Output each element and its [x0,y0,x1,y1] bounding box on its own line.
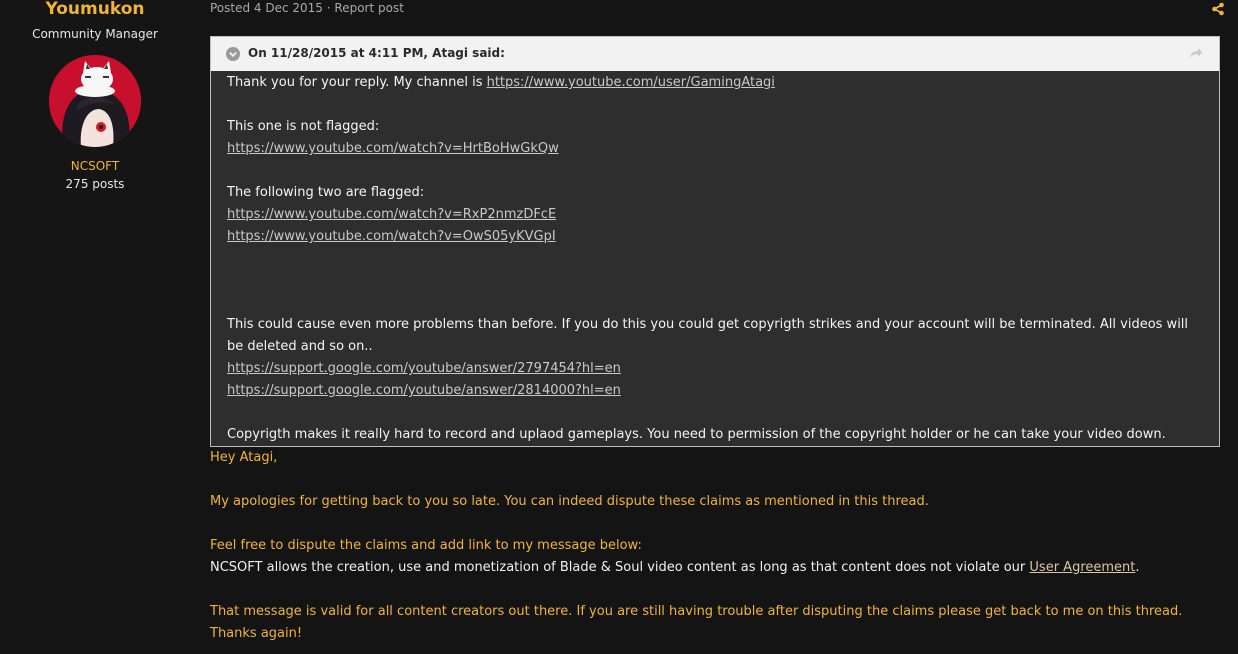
quote-channel-text: Thank you for your reply. My channel is [227,75,487,90]
problems-paragraph: This could cause even more problems than… [227,317,1189,354]
support-link-2[interactable]: https://support.google.com/youtube/answe… [227,383,621,398]
reply-valid-message: That message is valid for all content cr… [210,604,1183,641]
chevron-down-icon[interactable] [226,47,240,61]
flagged-video-link-2[interactable]: https://www.youtube.com/watch?v=OwS05yKV… [227,229,556,244]
flagged-video-link-1[interactable]: https://www.youtube.com/watch?v=RxP2nmzD… [227,207,556,222]
channel-link[interactable]: https://www.youtube.com/user/GamingAtagi [487,75,775,90]
not-flagged-video-link[interactable]: https://www.youtube.com/watch?v=HrtBoHwG… [227,141,559,156]
report-post-link[interactable]: Report post [334,1,404,15]
avatar[interactable] [49,55,141,147]
flagged-label: The following two are flagged: [227,185,425,200]
reply-dispute: Feel free to dispute the claims and add … [210,538,642,553]
quote-content: Thank you for your reply. My channel is … [227,72,1197,446]
jump-to-quote-icon[interactable] [1189,47,1203,61]
author-name[interactable]: Youmukon [0,0,190,19]
copyright-paragraph: Copyrigth makes it really hard to record… [227,427,1166,442]
author-panel: Youmukon Community Manager NCSOFT 275 po… [0,0,190,654]
quote-block: On 11/28/2015 at 4:11 PM, Atagi said: Th… [210,36,1220,447]
reply-apology: My apologies for getting back to you so … [210,494,929,509]
author-post-count: 275 posts [65,177,125,191]
author-group: NCSOFT [70,159,120,173]
not-flagged-label: This one is not flagged: [227,119,380,134]
reply-greeting: Hey Atagi, [210,450,278,465]
post-meta: Posted 4 Dec 2015 · Report post [210,1,404,15]
user-agreement-link[interactable]: User Agreement [1029,560,1135,575]
posted-date: Posted 4 Dec 2015 [210,1,323,15]
quote-citation: On 11/28/2015 at 4:11 PM, Atagi said: [248,46,505,60]
support-link-1[interactable]: https://support.google.com/youtube/answe… [227,361,621,376]
share-icon[interactable] [1211,2,1225,16]
ncsoft-policy-text: NCSOFT allows the creation, use and mone… [210,560,1030,575]
meta-separator: · [322,1,335,15]
author-title: Community Manager [32,27,158,41]
policy-period: . [1135,560,1140,575]
reply-content: Hey Atagi, My apologies for getting back… [210,447,1220,645]
quote-header: On 11/28/2015 at 4:11 PM, Atagi said: [211,37,1219,71]
